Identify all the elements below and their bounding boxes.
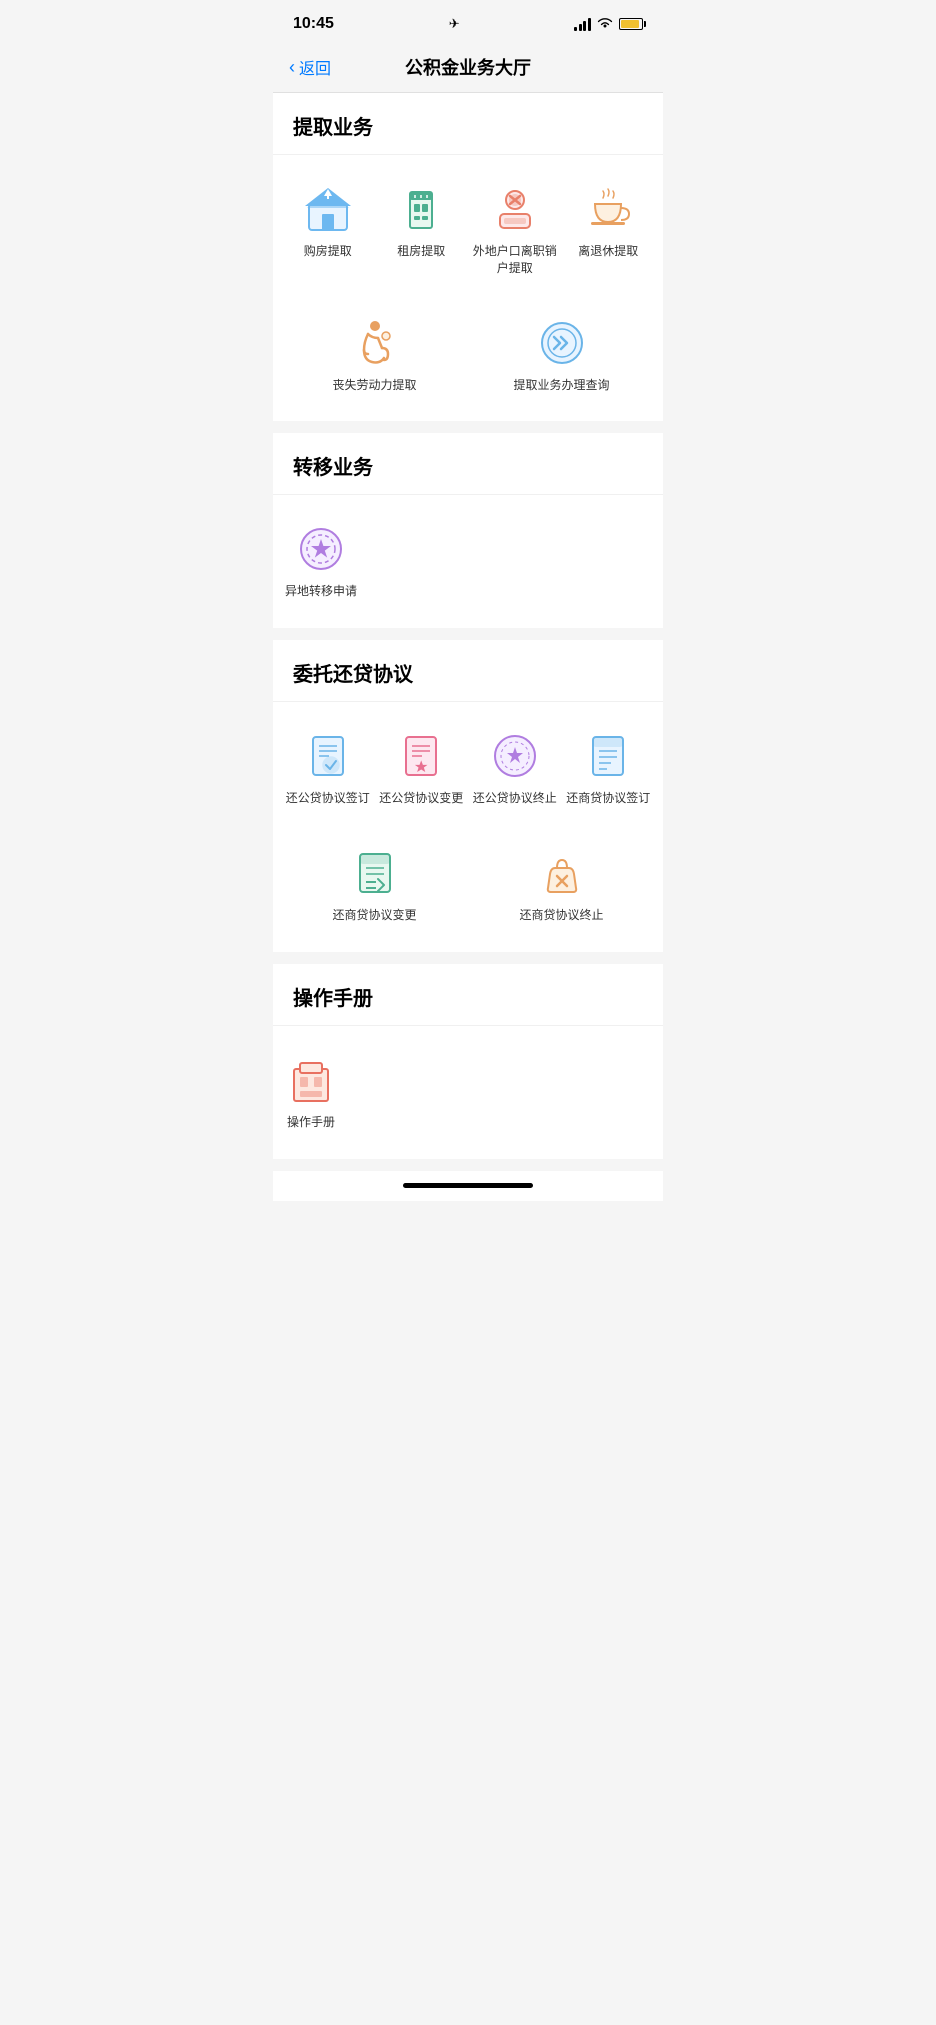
pub-change-icon [395, 730, 447, 782]
disability-icon [349, 317, 401, 369]
loan-grid-top: 还公贷协议签订 还公贷协议变更 [273, 702, 663, 835]
disability-label: 丧失劳动力提取 [332, 377, 416, 394]
section-transfer-title: 转移业务 [273, 433, 663, 495]
home-indicator-area [273, 1171, 663, 1201]
item-buy-house[interactable]: 购房提取 [281, 171, 375, 289]
item-com-stop[interactable]: 还商贷协议终止 [468, 835, 655, 936]
item-disability[interactable]: 丧失劳动力提取 [281, 305, 468, 406]
home-bar [403, 1183, 533, 1188]
section-loan: 委托还贷协议 还公贷协议签订 [273, 640, 663, 952]
rent-house-icon [395, 183, 447, 235]
query-icon [536, 317, 588, 369]
loan-grid-bottom: 还商贷协议变更 还商贷协议终止 [273, 835, 663, 952]
manual-label: 操作手册 [287, 1114, 335, 1131]
battery-icon [619, 18, 643, 30]
wifi-icon [597, 16, 613, 32]
com-sign-label: 还商贷协议签订 [566, 790, 650, 807]
transfer-grid: 异地转移申请 [273, 495, 663, 628]
out-account-icon [489, 183, 541, 235]
section-withdraw: 提取业务 购房提取 [273, 93, 663, 421]
withdraw-grid-top: 购房提取 租房提取 [273, 155, 663, 305]
status-time: 10:45 [293, 15, 334, 33]
item-pub-sign[interactable]: 还公贷协议签订 [281, 718, 375, 819]
section-loan-title: 委托还贷协议 [273, 640, 663, 702]
item-rent-house[interactable]: 租房提取 [375, 171, 469, 289]
section-withdraw-title: 提取业务 [273, 93, 663, 155]
nav-bar: ‹ 返回 公积金业务大厅 [273, 44, 663, 93]
item-pub-change[interactable]: 还公贷协议变更 [375, 718, 469, 819]
com-stop-icon [536, 847, 588, 899]
other-city-label: 异地转移申请 [285, 583, 357, 600]
withdraw-grid-bottom: 丧失劳动力提取 提取业务办理查询 [273, 305, 663, 422]
item-pub-stop[interactable]: 还公贷协议终止 [468, 718, 562, 819]
other-city-icon [295, 523, 347, 575]
back-button[interactable]: ‹ 返回 [289, 55, 331, 79]
pub-stop-label: 还公贷协议终止 [473, 790, 557, 807]
item-retire[interactable]: 离退休提取 [562, 171, 656, 289]
pub-sign-icon [302, 730, 354, 782]
com-change-icon [349, 847, 401, 899]
pub-change-label: 还公贷协议变更 [379, 790, 463, 807]
com-sign-icon [582, 730, 634, 782]
com-stop-label: 还商贷协议终止 [519, 907, 603, 924]
manual-grid: 操作手册 [273, 1026, 663, 1159]
pub-stop-icon [489, 730, 541, 782]
section-manual: 操作手册 操作手册 [273, 964, 663, 1159]
item-query[interactable]: 提取业务办理查询 [468, 305, 655, 406]
buy-house-icon [302, 183, 354, 235]
item-com-change[interactable]: 还商贷协议变更 [281, 835, 468, 936]
retire-label: 离退休提取 [578, 243, 638, 260]
rent-house-label: 租房提取 [397, 243, 445, 260]
section-transfer: 转移业务 异地转移申请 [273, 433, 663, 628]
status-icons [574, 16, 643, 32]
com-change-label: 还商贷协议变更 [332, 907, 416, 924]
item-manual[interactable]: 操作手册 [281, 1042, 341, 1143]
back-chevron-icon: ‹ [289, 57, 295, 78]
section-manual-title: 操作手册 [273, 964, 663, 1026]
buy-house-label: 购房提取 [304, 243, 352, 260]
signal-icon [574, 18, 591, 31]
back-label: 返回 [299, 55, 331, 79]
retire-icon [582, 183, 634, 235]
item-out-account[interactable]: 外地户口离职销户提取 [468, 171, 562, 289]
status-bar: 10:45 ✈ [273, 0, 663, 44]
item-other-city[interactable]: 异地转移申请 [281, 511, 361, 612]
location-icon: ✈ [449, 16, 460, 32]
pub-sign-label: 还公贷协议签订 [286, 790, 370, 807]
manual-icon [285, 1054, 337, 1106]
out-account-label: 外地户口离职销户提取 [472, 243, 558, 277]
query-label: 提取业务办理查询 [513, 377, 609, 394]
page-title: 公积金业务大厅 [405, 54, 531, 80]
item-com-sign[interactable]: 还商贷协议签订 [562, 718, 656, 819]
